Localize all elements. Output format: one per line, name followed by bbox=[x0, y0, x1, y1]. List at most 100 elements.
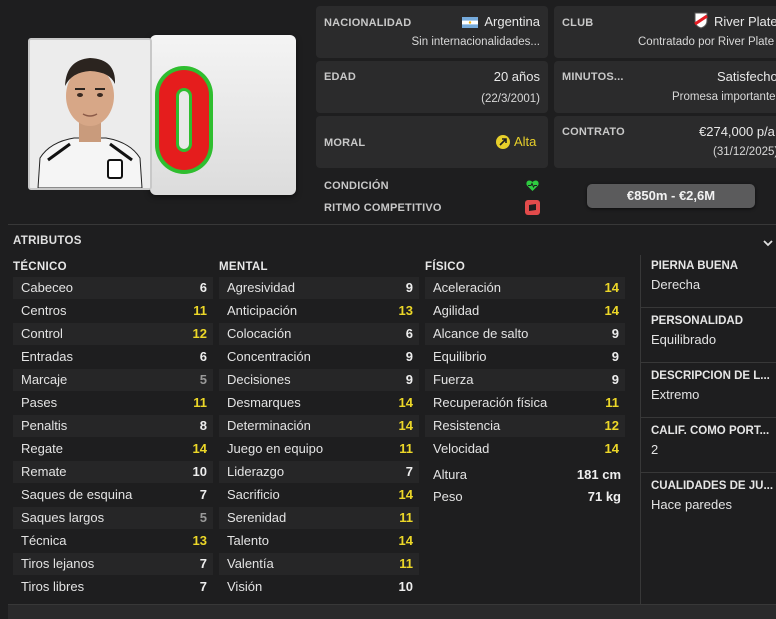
condition-heart-icon[interactable] bbox=[525, 178, 540, 193]
detail-item[interactable]: PIERNA BUENA Derecha bbox=[651, 260, 776, 292]
attribute-value: 14 bbox=[192, 441, 207, 456]
attribute-row[interactable]: Desmarques 14 bbox=[219, 392, 419, 414]
attribute-row[interactable]: Resistencia 12 bbox=[425, 415, 625, 437]
attribute-value: 11 bbox=[399, 556, 413, 571]
chevron-down-icon[interactable] bbox=[762, 236, 774, 247]
attribute-row[interactable]: Visión 10 bbox=[219, 576, 419, 598]
attribute-row[interactable]: Tiros libres 7 bbox=[13, 576, 213, 598]
attribute-value: 7 bbox=[405, 464, 413, 479]
attribute-row[interactable]: Anticipación 13 bbox=[219, 300, 419, 322]
morale-box[interactable]: MORAL Alta bbox=[316, 116, 548, 168]
attribute-row[interactable]: Remate 10 bbox=[13, 461, 213, 483]
nationality-country: Argentina bbox=[484, 14, 540, 29]
attribute-row[interactable]: Liderazgo 7 bbox=[219, 461, 419, 483]
attribute-name: Entradas bbox=[21, 349, 74, 364]
attribute-name: Resistencia bbox=[433, 418, 501, 433]
attribute-name: Marcaje bbox=[21, 372, 68, 387]
match-sharpness-label: RITMO COMPETITIVO bbox=[324, 202, 442, 214]
attribute-name: Pases bbox=[21, 395, 58, 410]
attribute-name: Regate bbox=[21, 441, 63, 456]
weight-row: Peso 71 kg bbox=[425, 486, 629, 508]
attribute-value: 13 bbox=[398, 303, 413, 318]
contract-box[interactable]: CONTRATO €274,000 p/a (31/12/2025) bbox=[554, 116, 776, 168]
attribute-value: 14 bbox=[604, 441, 619, 456]
attribute-name: Aceleración bbox=[433, 280, 501, 295]
attribute-row[interactable]: Agilidad 14 bbox=[425, 300, 625, 322]
attribute-value: 10 bbox=[398, 579, 413, 594]
detail-item[interactable]: CUALIDADES DE JU... Hace paredes bbox=[651, 480, 776, 512]
attribute-row[interactable]: Saques de esquina 7 bbox=[13, 484, 213, 506]
detail-item[interactable]: DESCRIPCIÓN DE L... Extremo bbox=[651, 370, 776, 402]
height-value: 181 cm bbox=[576, 467, 621, 482]
attribute-value: 9 bbox=[405, 372, 413, 387]
attribute-row[interactable]: Cabeceo 6 bbox=[13, 277, 213, 299]
match-sharpness-icon[interactable] bbox=[525, 200, 540, 215]
nationality-box[interactable]: NACIONALIDAD Argentina Sin internacional… bbox=[316, 6, 548, 58]
attribute-row[interactable]: Determinación 14 bbox=[219, 415, 419, 437]
attribute-name: Técnica bbox=[21, 533, 67, 548]
condition-label: CONDICIÓN bbox=[324, 180, 389, 192]
attribute-row[interactable]: Entradas 6 bbox=[13, 346, 213, 368]
attribute-row[interactable]: Saques largos 5 bbox=[13, 507, 213, 529]
attribute-name: Penaltis bbox=[21, 418, 68, 433]
attribute-name: Determinación bbox=[227, 418, 311, 433]
attribute-row[interactable]: Agresividad 9 bbox=[219, 277, 419, 299]
playing-time-box[interactable]: MINUTOS... Satisfecho Promesa importante bbox=[554, 61, 776, 113]
morale-arrow-icon bbox=[496, 135, 510, 149]
attribute-row[interactable]: Regate 14 bbox=[13, 438, 213, 460]
attribute-row[interactable]: Equilibrio 9 bbox=[425, 346, 625, 368]
attribute-value: 12 bbox=[192, 326, 207, 341]
attribute-name: Tiros libres bbox=[21, 579, 85, 594]
detail-item[interactable]: PERSONALIDAD Equilibrado bbox=[651, 315, 776, 347]
attribute-name: Cabeceo bbox=[21, 280, 74, 295]
attribute-row[interactable]: Colocación 6 bbox=[219, 323, 419, 345]
attribute-row[interactable]: Penaltis 8 bbox=[13, 415, 213, 437]
attribute-row[interactable]: Marcaje 5 bbox=[13, 369, 213, 391]
detail-separator bbox=[641, 307, 776, 308]
attribute-row[interactable]: Recuperación física 11 bbox=[425, 392, 625, 414]
attribute-name: Serenidad bbox=[227, 510, 287, 525]
detail-value: Hace paredes bbox=[651, 497, 732, 512]
detail-separator bbox=[641, 472, 776, 473]
attribute-value: 8 bbox=[199, 418, 207, 433]
attribute-value: 7 bbox=[199, 487, 207, 502]
attribute-row[interactable]: Control 12 bbox=[13, 323, 213, 345]
minutes-status: Satisfecho bbox=[717, 69, 776, 84]
attribute-row[interactable]: Juego en equipo 11 bbox=[219, 438, 419, 460]
detail-item[interactable]: CALIF. COMO PORT... 2 bbox=[651, 425, 776, 457]
player-photo[interactable] bbox=[28, 38, 152, 190]
attribute-name: Colocación bbox=[227, 326, 292, 341]
kit-number-center bbox=[176, 88, 192, 152]
morale-label: MORAL bbox=[324, 137, 366, 149]
contract-expiry: (31/12/2025) bbox=[713, 146, 776, 158]
attribute-row[interactable]: Técnica 13 bbox=[13, 530, 213, 552]
attribute-row[interactable]: Tiros lejanos 7 bbox=[13, 553, 213, 575]
attribute-row[interactable]: Talento 14 bbox=[219, 530, 419, 552]
attribute-name: Juego en equipo bbox=[227, 441, 324, 456]
detail-value: Equilibrado bbox=[651, 332, 717, 347]
attribute-value: 14 bbox=[604, 303, 619, 318]
attribute-row[interactable]: Alcance de salto 9 bbox=[425, 323, 625, 345]
physical-header: FÍSICO bbox=[425, 261, 466, 273]
detail-value: Derecha bbox=[651, 277, 701, 292]
transfer-value-pill[interactable]: €850m - €2,6M bbox=[587, 184, 755, 208]
player-portrait-image bbox=[30, 40, 150, 188]
attribute-name: Remate bbox=[21, 464, 67, 479]
attribute-value: 11 bbox=[399, 510, 413, 525]
attribute-row[interactable]: Pases 11 bbox=[13, 392, 213, 414]
attribute-row[interactable]: Serenidad 11 bbox=[219, 507, 419, 529]
attribute-row[interactable]: Velocidad 14 bbox=[425, 438, 625, 460]
attribute-row[interactable]: Centros 11 bbox=[13, 300, 213, 322]
weight-value: 71 kg bbox=[587, 489, 621, 504]
attribute-value: 14 bbox=[398, 395, 413, 410]
attribute-row[interactable]: Valentía 11 bbox=[219, 553, 419, 575]
attribute-row[interactable]: Aceleración 14 bbox=[425, 277, 625, 299]
attribute-row[interactable]: Decisiones 9 bbox=[219, 369, 419, 391]
club-box[interactable]: CLUB River Plate Contratado por River Pl… bbox=[554, 6, 776, 58]
detail-value: 2 bbox=[651, 442, 659, 457]
attribute-row[interactable]: Sacrificio 14 bbox=[219, 484, 419, 506]
attribute-name: Tiros lejanos bbox=[21, 556, 95, 571]
attribute-row[interactable]: Fuerza 9 bbox=[425, 369, 625, 391]
date-of-birth: (22/3/2001) bbox=[481, 93, 540, 105]
attribute-row[interactable]: Concentración 9 bbox=[219, 346, 419, 368]
